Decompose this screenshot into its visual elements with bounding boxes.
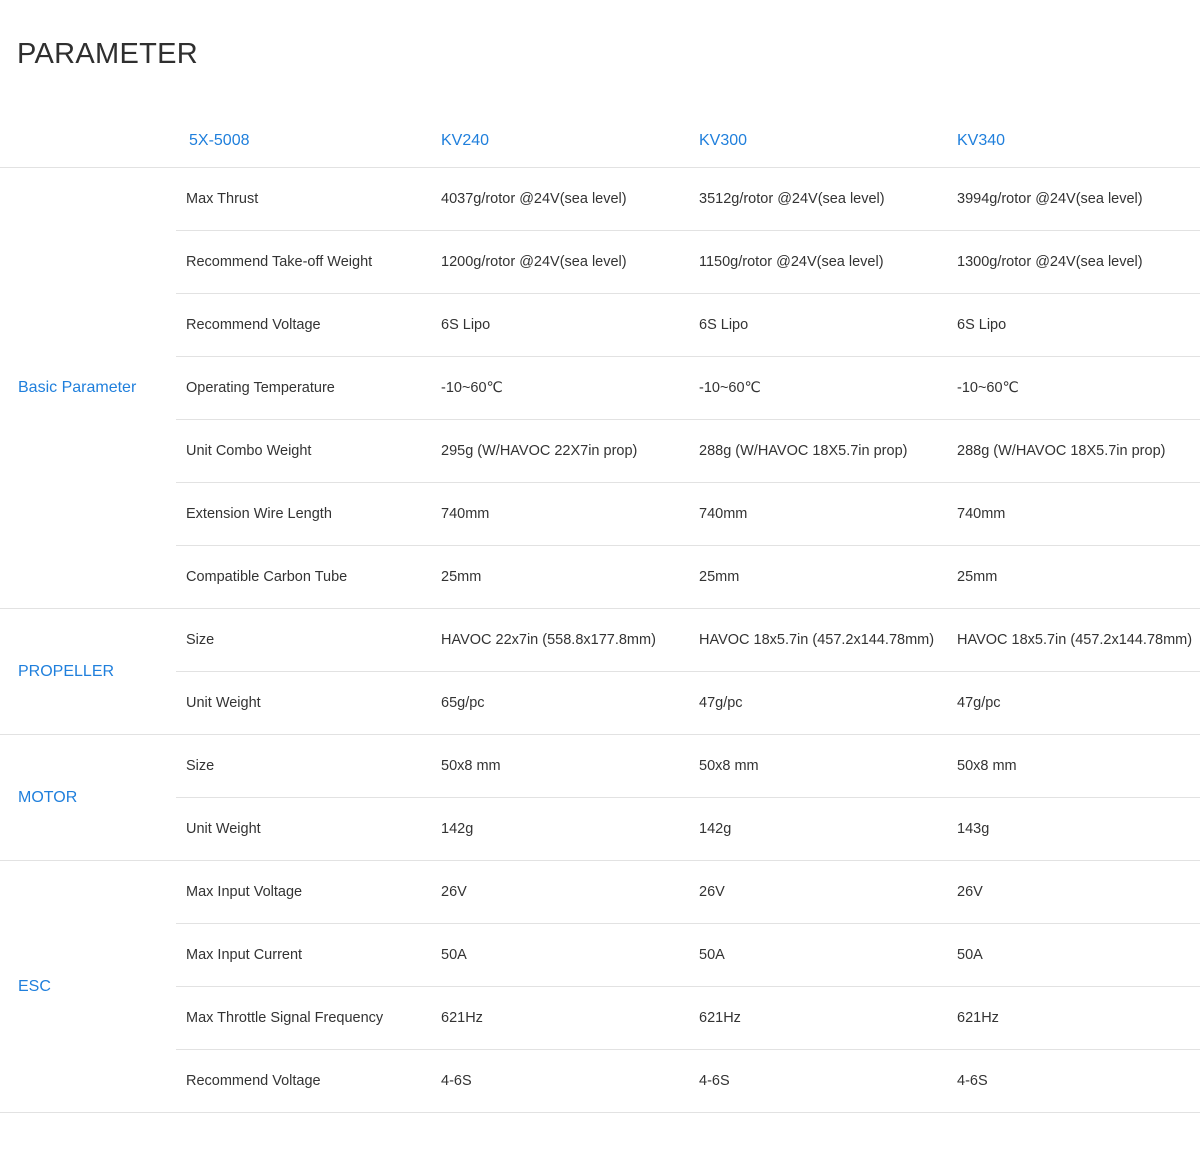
- parameter-value: 26V: [957, 884, 983, 900]
- section-rows: Max Input Voltage 26V 26V 26V Max Input Curr…: [176, 861, 1200, 1112]
- parameter-value: 25mm: [957, 569, 998, 585]
- parameter-name: Recommend Take-off Weight: [186, 254, 373, 270]
- parameter-value: 6S Lipo: [699, 317, 749, 333]
- parameter-name: Unit Combo Weight: [186, 443, 312, 459]
- parameter-value: 47g/pc: [699, 695, 743, 711]
- section-rows: Max Thrust 4037g/rotor @24V(sea level) 351…: [176, 168, 1200, 608]
- section-rows: Size 50x8 mm 50x8 mm 50x8 mm Unit Weight 142g…: [176, 735, 1200, 860]
- parameter-value: 295g (W/HAVOC 22X7in prop): [441, 443, 638, 459]
- parameter-value: 621Hz: [699, 1010, 741, 1026]
- table-row: Recommend Take-off Weight 1200g/rotor @24…: [176, 231, 1200, 294]
- parameter-value: 288g (W/HAVOC 18X5.7in prop): [957, 443, 1166, 459]
- parameter-value: 3512g/rotor @24V(sea level): [699, 191, 885, 207]
- parameter-value: 621Hz: [441, 1010, 483, 1026]
- parameter-value: 1200g/rotor @24V(sea level): [441, 254, 627, 270]
- parameter-value: HAVOC 18x5.7in (457.2x144.78mm): [957, 632, 1193, 648]
- parameter-name: Max Thrust: [186, 191, 259, 207]
- parameter-value: 50x8 mm: [441, 758, 501, 774]
- table-row: Compatible Carbon Tube 25mm 25mm 25mm: [176, 546, 1200, 608]
- page-title: PARAMETER: [17, 38, 199, 70]
- parameter-value: 26V: [699, 884, 725, 900]
- table-header-row: 5X-5008 KV240 KV300 KV340: [0, 114, 1200, 168]
- section-propeller: PROPELLER Size HAVOC 22x7in (558.8x177.8mm…: [0, 609, 1200, 735]
- parameter-value: 50A: [957, 947, 983, 963]
- parameter-value: 25mm: [441, 569, 482, 585]
- parameter-value: -10~60℃: [441, 380, 503, 396]
- parameter-value: 142g: [441, 821, 474, 837]
- parameter-value: -10~60℃: [699, 380, 761, 396]
- parameter-value: 3994g/rotor @24V(sea level): [957, 191, 1143, 207]
- header-variant-kv340: KV340: [957, 132, 1006, 149]
- parameter-value: 1150g/rotor @24V(sea level): [699, 254, 884, 270]
- parameter-value: 1300g/rotor @24V(sea level): [957, 254, 1143, 270]
- table-row: Max Input Voltage 26V 26V 26V: [176, 861, 1200, 924]
- parameter-value: 4037g/rotor @24V(sea level): [441, 191, 627, 207]
- parameter-value: 50A: [441, 947, 467, 963]
- parameter-value: 4-6S: [957, 1073, 988, 1089]
- parameter-value: 47g/pc: [957, 695, 1001, 711]
- parameter-name: Unit Weight: [186, 821, 261, 837]
- section-motor: MOTOR Size 50x8 mm 50x8 mm 50x8 mm Unit Weigh…: [0, 735, 1200, 861]
- table-row: Recommend Voltage 6S Lipo 6S Lipo 6S Lipo: [176, 294, 1200, 357]
- parameter-value: 288g (W/HAVOC 18X5.7in prop): [699, 443, 908, 459]
- parameter-value: 6S Lipo: [441, 317, 491, 333]
- table-row: Extension Wire Length 740mm 740mm 740mm: [176, 483, 1200, 546]
- section-label: Basic Parameter: [18, 379, 137, 396]
- parameter-value: 740mm: [957, 506, 1006, 522]
- section-label: ESC: [18, 977, 51, 995]
- table-row: Max Throttle Signal Frequency 621Hz 621Hz 6…: [176, 987, 1200, 1050]
- parameter-value: -10~60℃: [957, 380, 1019, 396]
- section-label: MOTOR: [18, 788, 78, 806]
- parameter-name: Extension Wire Length: [186, 506, 332, 522]
- parameter-value: 25mm: [699, 569, 740, 585]
- table-row: Unit Combo Weight 295g (W/HAVOC 22X7in pr…: [176, 420, 1200, 483]
- parameter-name: Max Throttle Signal Frequency: [186, 1010, 384, 1026]
- section-label: PROPELLER: [18, 662, 115, 680]
- parameter-value: 740mm: [441, 506, 490, 522]
- header-model: 5X-5008: [189, 132, 250, 149]
- parameter-name: Operating Temperature: [186, 380, 335, 396]
- parameter-value: 50x8 mm: [699, 758, 759, 774]
- section-rows: Size HAVOC 22x7in (558.8x177.8mm) HAVOC 18…: [176, 609, 1200, 734]
- parameter-value: HAVOC 18x5.7in (457.2x144.78mm): [699, 632, 935, 648]
- section-esc: ESC Max Input Voltage 26V 26V 26V Max Input C…: [0, 861, 1200, 1113]
- table-row: Size 50x8 mm 50x8 mm 50x8 mm: [176, 735, 1200, 798]
- section-basic-parameter: Basic Parameter Max Thrust 4037g/rotor @24…: [0, 168, 1200, 609]
- parameter-value: 50x8 mm: [957, 758, 1017, 774]
- parameter-value: 621Hz: [957, 1010, 999, 1026]
- parameter-value: 740mm: [699, 506, 748, 522]
- parameter-name: Compatible Carbon Tube: [186, 569, 348, 585]
- parameter-value: 50A: [699, 947, 725, 963]
- parameter-value: 6S Lipo: [957, 317, 1007, 333]
- parameter-name: Recommend Voltage: [186, 1073, 321, 1089]
- table-row: Size HAVOC 22x7in (558.8x177.8mm) HAVOC 18…: [176, 609, 1200, 672]
- header-variant-kv240: KV240: [441, 132, 490, 149]
- table-row: Recommend Voltage 4-6S 4-6S 4-6S: [176, 1050, 1200, 1112]
- parameter-value: 65g/pc: [441, 695, 485, 711]
- table-row: Operating Temperature -10~60℃ -10~60℃ -10~6…: [176, 357, 1200, 420]
- parameter-value: 142g: [699, 821, 732, 837]
- parameter-value: 26V: [441, 884, 467, 900]
- table-row: Max Input Current 50A 50A 50A: [176, 924, 1200, 987]
- parameter-value: 143g: [957, 821, 990, 837]
- table-row: Unit Weight 65g/pc 47g/pc 47g/pc: [176, 672, 1200, 734]
- table-row: Max Thrust 4037g/rotor @24V(sea level) 351…: [176, 168, 1200, 231]
- parameter-name: Max Input Voltage: [186, 884, 303, 900]
- table-row: Unit Weight 142g 142g 143g: [176, 798, 1200, 860]
- parameter-name: Size: [186, 632, 215, 648]
- parameter-value: 4-6S: [699, 1073, 730, 1089]
- parameter-name: Recommend Voltage: [186, 317, 321, 333]
- parameter-value: 4-6S: [441, 1073, 472, 1089]
- parameter-name: Unit Weight: [186, 695, 261, 711]
- header-variant-kv300: KV300: [699, 132, 748, 149]
- parameter-name: Size: [186, 758, 215, 774]
- parameter-value: HAVOC 22x7in (558.8x177.8mm): [441, 632, 656, 648]
- parameter-name: Max Input Current: [186, 947, 303, 963]
